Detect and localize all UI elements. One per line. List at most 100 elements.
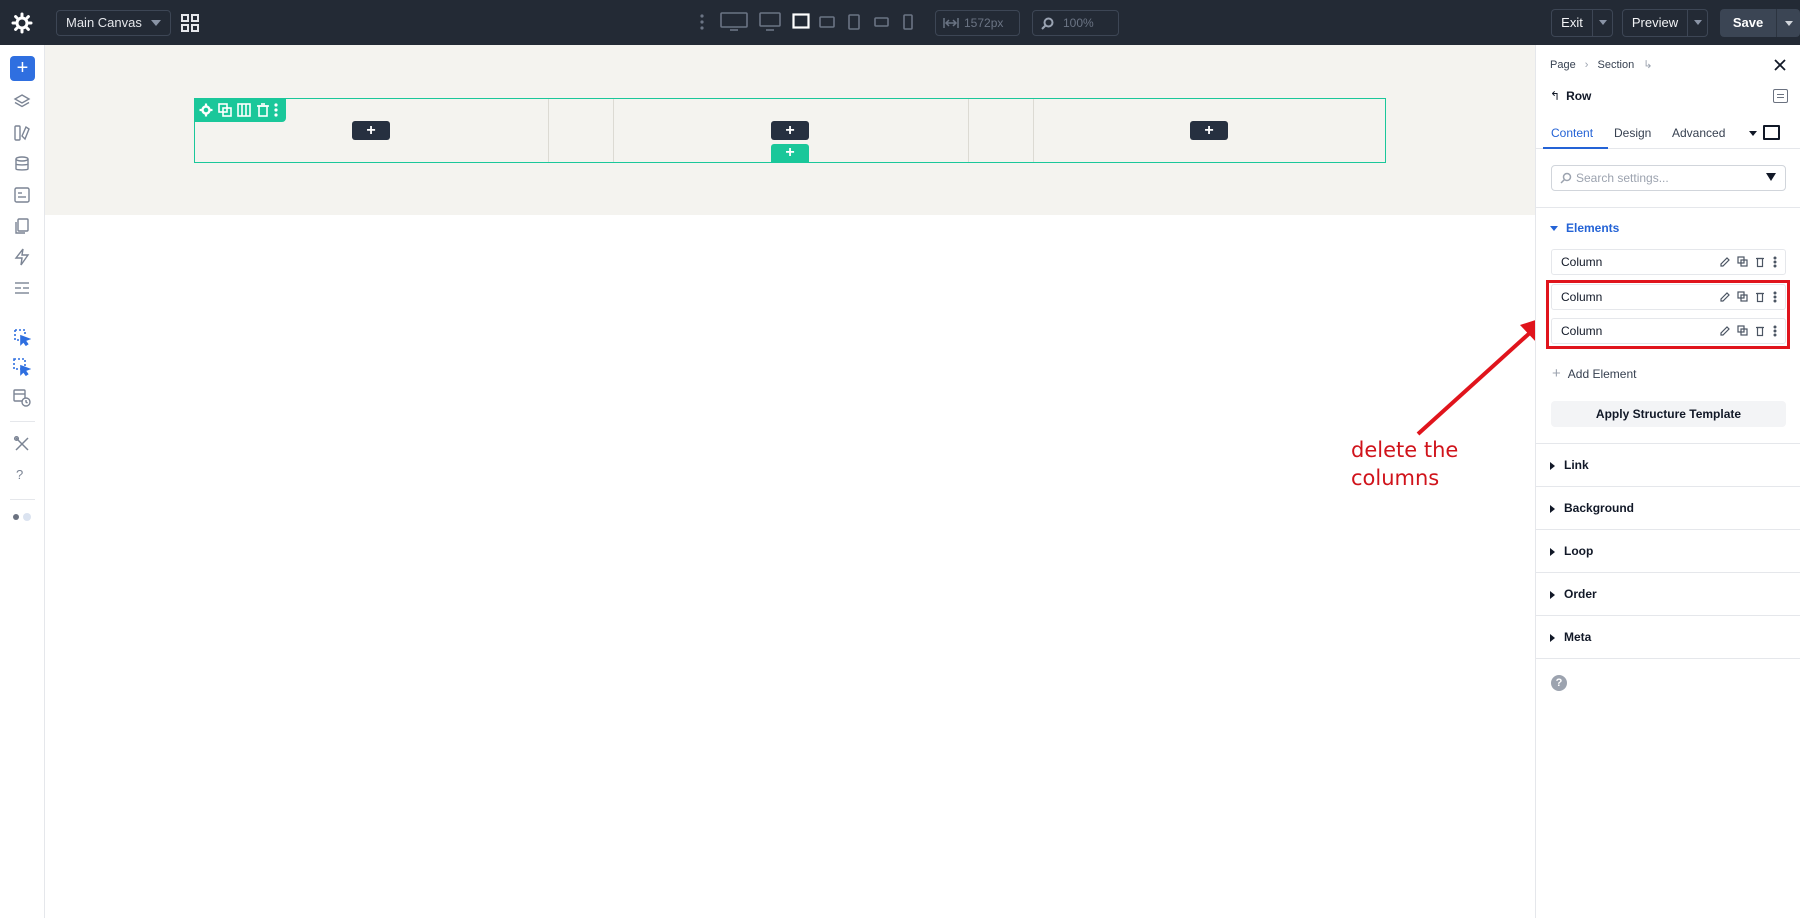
chevron-down-icon[interactable] [1749, 131, 1757, 136]
chevron-right-icon [1550, 547, 1555, 556]
add-element-label: Add Element [1567, 367, 1637, 381]
search-placeholder: Search settings... [1576, 171, 1669, 185]
accordion-meta[interactable]: Meta [1550, 630, 1591, 644]
divider [1536, 443, 1800, 444]
structure-icon[interactable] [13, 279, 31, 297]
laptop-icon-active[interactable] [792, 13, 810, 29]
tab-design[interactable]: Design [1614, 126, 1651, 140]
breadcrumb-page[interactable]: Page [1550, 59, 1576, 71]
element-list-item[interactable]: Column [1551, 249, 1786, 275]
canvas-width-value: 1572px [964, 16, 1004, 30]
exit-button[interactable]: Exit [1551, 9, 1613, 37]
select-multiple-icon[interactable] [13, 358, 31, 376]
tablet-portrait-icon[interactable] [848, 14, 860, 30]
annotation-line-1: delete the [1351, 438, 1459, 462]
divider [1536, 529, 1800, 530]
chevron-right-icon [1550, 590, 1555, 599]
tablet-landscape-icon[interactable] [819, 16, 835, 28]
tab-advanced[interactable]: Advanced [1672, 126, 1725, 140]
pages-icon[interactable] [13, 217, 31, 235]
layers-icon[interactable] [13, 93, 31, 111]
elements-section-header[interactable]: Elements [1550, 221, 1619, 235]
search-icon [1560, 172, 1572, 184]
layout-history-icon[interactable] [13, 389, 31, 407]
filter-icon[interactable] [1766, 173, 1776, 181]
select-element-icon[interactable] [13, 328, 31, 346]
tab-content[interactable]: Content [1551, 126, 1593, 140]
close-icon[interactable] [1774, 59, 1786, 71]
accordion-label: Loop [1564, 544, 1594, 558]
column-divider [613, 99, 614, 162]
exit-dropdown-toggle[interactable] [1592, 10, 1612, 36]
element-options-icon[interactable] [1773, 89, 1788, 103]
add-to-column-button[interactable]: + [1190, 121, 1228, 140]
desktop-icon[interactable] [759, 12, 781, 32]
canvas-select-label: Main Canvas [66, 15, 142, 30]
search-settings-input[interactable]: Search settings... [1551, 165, 1786, 191]
mobile-portrait-icon[interactable] [903, 14, 913, 30]
canvas-select[interactable]: Main Canvas [56, 10, 171, 36]
chevron-right-icon [1550, 504, 1555, 513]
accordion-background[interactable]: Background [1550, 501, 1634, 515]
save-button[interactable]: Save [1720, 9, 1800, 37]
settings-gear-icon[interactable] [10, 11, 34, 35]
zoom-input[interactable]: 100% [1032, 10, 1119, 36]
add-row-below-button[interactable]: + [771, 144, 809, 162]
components-icon[interactable] [13, 124, 31, 142]
help-question-icon[interactable]: ? [16, 467, 23, 482]
accordion-order[interactable]: Order [1550, 587, 1597, 601]
preview-button[interactable]: Preview [1622, 9, 1708, 37]
element-title: ↰ Row [1550, 89, 1591, 103]
state-square-icon[interactable] [1763, 125, 1780, 140]
duplicate-icon[interactable] [218, 103, 232, 117]
database-icon[interactable] [13, 155, 31, 173]
chevron-right-icon: › [1584, 58, 1589, 71]
chevron-down-icon [1694, 20, 1702, 25]
back-arrow-icon[interactable]: ↰ [1550, 89, 1560, 103]
divider [1536, 572, 1800, 573]
forms-icon[interactable] [13, 186, 31, 204]
more-options-icon[interactable] [274, 103, 278, 117]
plus-icon: + [1552, 365, 1561, 382]
accordion-label: Link [1564, 458, 1589, 472]
desktop-wide-icon[interactable] [720, 12, 748, 32]
interactions-bolt-icon[interactable] [13, 248, 31, 266]
canvas-width-input[interactable]: 1572px [935, 10, 1020, 36]
breadcrumb-section[interactable]: Section [1598, 59, 1635, 71]
divider [1536, 615, 1800, 616]
templates-grid-icon[interactable] [181, 14, 199, 32]
tools-icon[interactable] [13, 435, 31, 453]
accordion-link[interactable]: Link [1550, 458, 1589, 472]
mobile-landscape-icon[interactable] [874, 17, 889, 27]
columns-layout-icon[interactable] [237, 103, 251, 117]
active-tab-indicator [1543, 147, 1608, 149]
panel-tabs: Content Design Advanced [1536, 119, 1800, 149]
save-dropdown-toggle[interactable] [1776, 9, 1800, 37]
apply-structure-template-button[interactable]: Apply Structure Template [1551, 401, 1786, 427]
more-breakpoints-icon[interactable] [700, 14, 704, 30]
row-settings-gear-icon[interactable] [199, 103, 213, 117]
column-divider [1033, 99, 1034, 162]
exit-label: Exit [1561, 15, 1583, 30]
accordion-loop[interactable]: Loop [1550, 544, 1593, 558]
help-icon[interactable]: ? [1551, 675, 1567, 691]
column-divider [968, 99, 969, 162]
divider [1536, 207, 1800, 208]
add-to-column-button[interactable]: + [352, 121, 390, 140]
delete-trash-icon[interactable] [256, 103, 270, 117]
theme-toggle-icon[interactable] [11, 512, 33, 522]
zoom-value: 100% [1063, 16, 1094, 30]
annotation-text: delete the columns [1351, 436, 1458, 492]
element-actions [1719, 256, 1779, 268]
add-to-column-button[interactable]: + [771, 121, 809, 140]
annotation-highlight-box [1546, 280, 1790, 349]
divider [1536, 486, 1800, 487]
elements-heading: Elements [1566, 221, 1620, 235]
preview-dropdown-toggle[interactable] [1687, 10, 1707, 36]
chevron-down-icon [1550, 226, 1558, 232]
top-toolbar: Main Canvas 1572px 100% Exit Preview Sav… [0, 0, 1800, 45]
add-element-link[interactable]: + Add Element [1552, 365, 1636, 382]
left-sidebar: + ? [0, 45, 45, 918]
add-element-button[interactable]: + [10, 56, 35, 81]
search-icon [1041, 17, 1054, 30]
